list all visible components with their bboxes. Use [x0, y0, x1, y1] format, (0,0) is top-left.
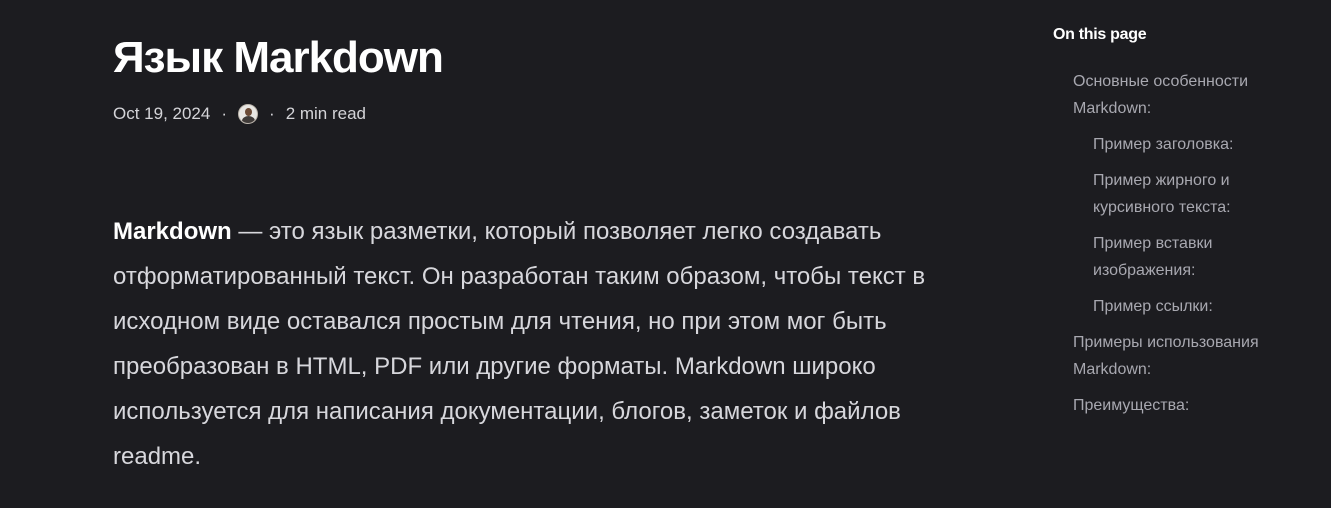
table-of-contents: On this page Основные особенности Markdo… [1053, 24, 1313, 428]
toc-link[interactable]: Примеры использования Markdown: [1053, 329, 1313, 383]
toc-link[interactable]: Преимущества: [1053, 392, 1313, 419]
toc-link[interactable]: Пример ссылки: [1053, 293, 1313, 320]
article: Язык Markdown Oct 19, 2024 · · 2 min rea… [113, 30, 963, 479]
article-meta: Oct 19, 2024 · · 2 min read [113, 102, 963, 126]
toc-link[interactable]: Пример заголовка: [1053, 131, 1313, 158]
intro-text: — это язык разметки, который позволяет л… [113, 218, 926, 470]
author-avatar[interactable] [238, 104, 259, 124]
toc-title: On this page [1053, 26, 1147, 43]
meta-separator: · [269, 104, 275, 123]
read-time: 2 min read [285, 104, 367, 123]
toc-link[interactable]: Основные особенности Markdown: [1053, 68, 1313, 122]
intro-bold-term: Markdown [113, 218, 232, 245]
meta-separator: · [221, 104, 228, 123]
toc-link[interactable]: Пример жирного и курсивного текста: [1053, 167, 1313, 221]
intro-paragraph: Markdown — это язык разметки, который по… [113, 209, 963, 479]
publish-date: Oct 19, 2024 [113, 104, 211, 123]
avatar-head-shape [245, 108, 253, 116]
toc-list: Основные особенности Markdown: Пример за… [1053, 68, 1313, 419]
avatar-body-shape [242, 116, 256, 123]
toc-link[interactable]: Пример вставки изображения: [1053, 230, 1313, 284]
article-title: Язык Markdown [113, 33, 444, 82]
